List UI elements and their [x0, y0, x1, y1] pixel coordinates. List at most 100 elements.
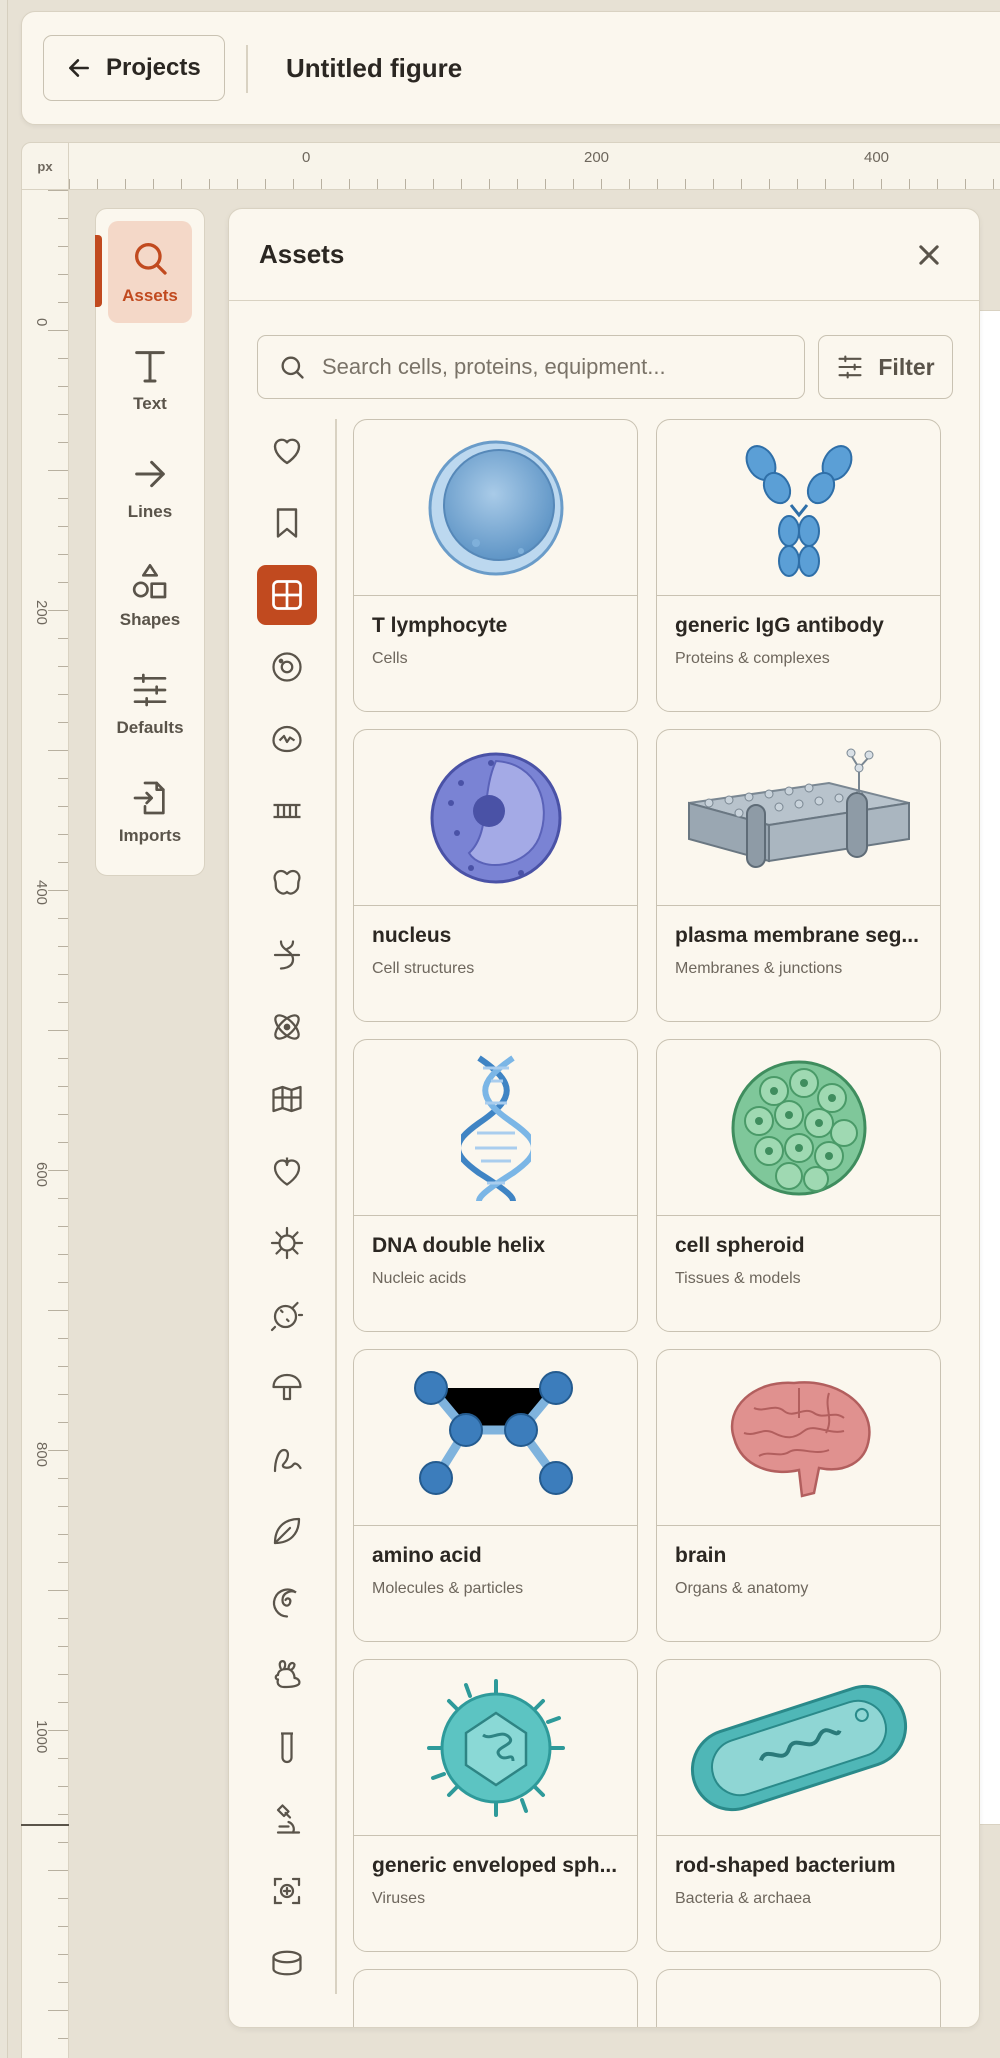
ruler-tick: [125, 179, 126, 189]
asset-card[interactable]: generic enveloped sph... Viruses: [353, 1659, 638, 1952]
arrow-right-icon: [135, 460, 165, 488]
category-all[interactable]: [257, 565, 317, 625]
ruler-v-label: 1000: [33, 1720, 50, 1754]
ruler-tick: [517, 179, 518, 189]
close-icon[interactable]: [915, 241, 943, 269]
asset-card[interactable]: plasma membrane seg... Membranes & junct…: [656, 729, 941, 1022]
ruler-tick: [58, 918, 68, 919]
ruler-tick: [48, 190, 68, 191]
asset-card[interactable]: amino acid Molecules & particles: [353, 1349, 638, 1642]
tool-imports[interactable]: Imports: [108, 761, 192, 863]
category-imaging[interactable]: [257, 1861, 317, 1921]
ruler-tick: [58, 582, 68, 583]
category-membranes[interactable]: [257, 781, 317, 841]
category-organs[interactable]: [257, 853, 317, 913]
category-list: [257, 419, 317, 1999]
ruler-tick: [797, 179, 798, 189]
category-favorites[interactable]: [257, 421, 317, 481]
asset-thumbnail: [657, 420, 940, 596]
ruler-tick: [58, 1646, 68, 1647]
tool-lines[interactable]: Lines: [108, 437, 192, 539]
asset-card[interactable]: cell spheroid Tissues & models: [656, 1039, 941, 1332]
ruler-tick: [965, 179, 966, 189]
ruler-tick: [69, 179, 70, 189]
asset-search[interactable]: [257, 335, 805, 399]
figure-title[interactable]: Untitled figure: [286, 53, 462, 84]
category-animals[interactable]: [257, 1645, 317, 1705]
ruler-unit: px: [21, 142, 69, 190]
category-viruses[interactable]: [257, 1213, 317, 1273]
ruler-tick: [97, 179, 98, 189]
category-embryo[interactable]: [257, 1573, 317, 1633]
ruler-tick: [489, 179, 490, 189]
ruler-tick: [58, 722, 68, 723]
asset-thumbnail: [354, 1350, 637, 1526]
category-cells[interactable]: [257, 637, 317, 697]
asset-category: Tissues & models: [675, 1270, 801, 1287]
category-anatomy[interactable]: [257, 1141, 317, 1201]
asset-thumbnail: [354, 1660, 637, 1836]
ruler-tick: [937, 179, 938, 189]
asset-name: DNA double helix: [372, 1234, 546, 1257]
category-equipment[interactable]: [257, 1789, 317, 1849]
asset-category: Proteins & complexes: [675, 650, 830, 667]
import-file-icon: [133, 781, 165, 815]
tool-assets-label: Assets: [122, 286, 178, 305]
ruler-tick: [58, 974, 68, 975]
category-divider: [335, 419, 337, 1994]
asset-card[interactable]: rod-shaped bacterium Bacteria & archaea: [656, 1659, 941, 1952]
ruler-tick: [58, 862, 68, 863]
asset-search-input[interactable]: [322, 354, 782, 380]
microscope-icon: [276, 1804, 301, 1834]
enveloped-virus-illustration: [426, 1678, 565, 1817]
asset-card-partial[interactable]: [656, 1969, 941, 2027]
organ-icon: [273, 869, 301, 895]
ruler-v-label: 0: [33, 318, 50, 327]
category-fungi[interactable]: [257, 1357, 317, 1417]
category-saved[interactable]: [257, 493, 317, 553]
horizontal-ruler[interactable]: 0 200 400: [69, 142, 1000, 190]
asset-card-partial[interactable]: [353, 1969, 638, 2027]
filter-sliders-icon: [838, 355, 862, 379]
ruler-tick: [58, 274, 68, 275]
asset-card[interactable]: brain Organs & anatomy: [656, 1349, 941, 1642]
category-nucleic-acids[interactable]: [257, 925, 317, 985]
ruler-tick: [58, 1422, 68, 1423]
tool-text[interactable]: Text: [108, 329, 192, 431]
category-molecules[interactable]: [257, 997, 317, 1057]
ruler-tick: [48, 890, 68, 891]
category-plants[interactable]: [257, 1501, 317, 1561]
category-bacteria[interactable]: [257, 1285, 317, 1345]
asset-card[interactable]: nucleus Cell structures: [353, 729, 638, 1022]
back-to-projects-button[interactable]: Projects: [43, 35, 225, 101]
ruler-tick: [48, 330, 68, 331]
canvas-bottom-guide: [21, 1824, 69, 1826]
category-tissue[interactable]: [257, 709, 317, 769]
filter-button[interactable]: Filter: [818, 335, 953, 399]
category-maps[interactable]: [257, 1069, 317, 1129]
ruler-tick: [58, 1086, 68, 1087]
asset-card[interactable]: generic IgG antibody Proteins & complexe…: [656, 419, 941, 712]
vertical-ruler[interactable]: 0 200 400 600 800 1000: [21, 190, 69, 2058]
tool-shapes[interactable]: Shapes: [108, 545, 192, 647]
ruler-tick: [48, 1450, 68, 1451]
window-edge: [0, 0, 8, 2058]
asset-card[interactable]: T lymphocyte Cells: [353, 419, 638, 712]
asset-card[interactable]: DNA double helix Nucleic acids: [353, 1039, 638, 1332]
category-containers[interactable]: [257, 1933, 317, 1993]
category-worms[interactable]: [257, 1429, 317, 1489]
asset-thumbnail: [657, 1350, 940, 1526]
ruler-tick: [48, 1870, 68, 1871]
ruler-tick: [265, 179, 266, 189]
category-lab-tubes[interactable]: [257, 1717, 317, 1777]
ruler-tick: [993, 179, 994, 189]
tool-defaults[interactable]: Defaults: [108, 653, 192, 755]
ruler-tick: [58, 1226, 68, 1227]
ruler-tick: [48, 1030, 68, 1031]
ruler-tick: [48, 1170, 68, 1171]
asset-category: Nucleic acids: [372, 1270, 467, 1287]
text-icon: [135, 351, 165, 383]
ruler-h-label: 400: [864, 149, 890, 166]
tool-assets[interactable]: Assets: [108, 221, 192, 323]
ruler-tick: [58, 1982, 68, 1983]
